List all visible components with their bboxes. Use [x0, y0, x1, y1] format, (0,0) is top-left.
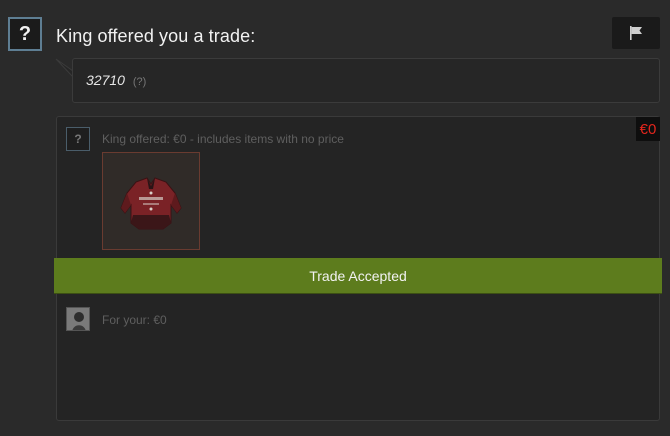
trade-accepted-status: Trade Accepted	[54, 258, 662, 293]
trade-message-bubble: 32710 (?)	[72, 58, 660, 103]
price-badge: €0	[636, 117, 660, 141]
report-button[interactable]	[612, 17, 660, 49]
trade-header-title: King offered you a trade:	[56, 26, 256, 46]
offered-item[interactable]	[102, 152, 200, 250]
trader-avatar[interactable]: ?	[8, 17, 42, 51]
trade-accepted-label: Trade Accepted	[309, 267, 407, 284]
trade-message-text: 32710 (?)	[86, 72, 146, 88]
message-help-link[interactable]: (?)	[133, 76, 146, 88]
red-jacket-item-icon	[120, 177, 182, 230]
unknown-avatar-glyph: ?	[18, 22, 32, 45]
your-offer-summary: For your: €0	[102, 313, 167, 327]
offer-avatar-glyph: ?	[74, 132, 82, 146]
flag-icon	[630, 26, 642, 40]
message-value: 32710	[86, 72, 125, 88]
user-avatar-icon	[67, 308, 89, 330]
offer-avatar: ?	[66, 127, 90, 151]
offer-summary: King offered: €0 - includes items with n…	[102, 132, 344, 146]
user-avatar	[66, 307, 90, 331]
